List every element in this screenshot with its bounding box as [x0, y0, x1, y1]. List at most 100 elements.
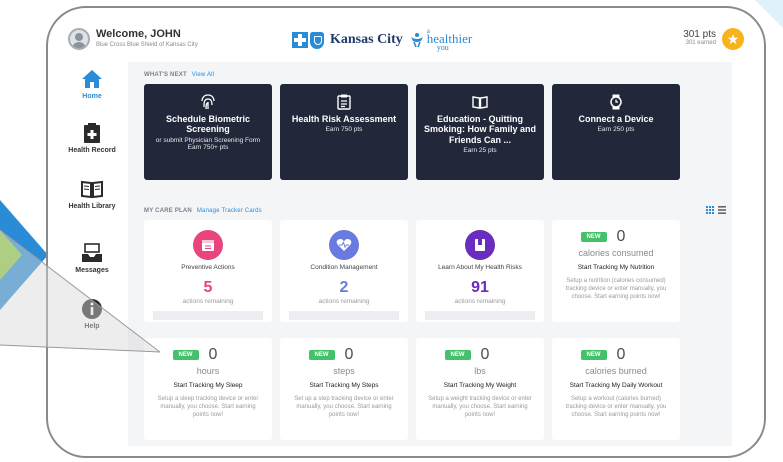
- brand-logo: Kansas City a healthier you: [292, 26, 472, 54]
- tracker-desc: Set up a step tracking device or enter m…: [294, 396, 394, 418]
- next-card-pts: Earn 750 pts: [325, 126, 363, 134]
- clipboard-icon: [337, 94, 351, 110]
- sidebar-item-label: Health Record: [68, 147, 116, 154]
- next-card-title: Education - Quitting Smoking: How Family…: [424, 114, 537, 145]
- tracker-unit: hours: [196, 366, 220, 376]
- tracker-card-workout[interactable]: NEW 0 calories burned Start Tracking My …: [552, 338, 680, 440]
- brand-city: Kansas City: [330, 32, 403, 47]
- app-header: Welcome, JOHN Blue Cross Blue Shield of …: [62, 22, 752, 58]
- tracker-desc: Setup a nutrition (calories consumed) tr…: [565, 278, 667, 300]
- sidebar-item-label: Health Library: [68, 203, 116, 210]
- next-card-education[interactable]: Education - Quitting Smoking: How Family…: [416, 84, 544, 180]
- sidebar-item-home[interactable]: Home: [62, 68, 122, 101]
- next-card-pts: Earn 250 pts: [597, 126, 635, 134]
- avatar[interactable]: [68, 28, 90, 50]
- new-badge: NEW: [172, 350, 199, 360]
- tracker-title: Start Tracking My Steps: [309, 382, 379, 389]
- tracker-unit: steps: [333, 366, 355, 376]
- care-card-name: Preventive Actions: [181, 264, 235, 271]
- inbox-icon: [82, 243, 102, 262]
- plan-name: Blue Cross Blue Shield of Kansas City: [96, 42, 198, 48]
- calendar-icon: [193, 230, 223, 260]
- info-icon: [82, 299, 102, 319]
- open-book-icon: [472, 96, 488, 109]
- tracker-card-sleep[interactable]: NEW 0 hours Start Tracking My Sleep Setu…: [144, 338, 272, 440]
- sidebar-item-health-record[interactable]: Health Record: [62, 122, 122, 155]
- section-title: WHAT'S NEXT: [144, 72, 187, 78]
- care-card-condition[interactable]: Condition Management 2 actions remaining: [280, 220, 408, 322]
- progress-bar: [153, 311, 263, 320]
- sidebar: Home Health Record Health Library Messag…: [62, 62, 122, 444]
- home-icon: [82, 70, 102, 88]
- tracker-value: 0: [208, 346, 218, 363]
- progress-bar: [425, 311, 535, 320]
- care-card-sub: actions remaining: [318, 298, 370, 305]
- list-view-icon[interactable]: [718, 206, 726, 214]
- next-card-pts: Earn 750+ pts: [187, 144, 229, 152]
- heart-icon: [329, 230, 359, 260]
- care-card-value: 91: [471, 279, 489, 296]
- tracker-value: 0: [616, 346, 626, 363]
- fingerprint-icon: [201, 94, 215, 110]
- sidebar-item-help[interactable]: Help: [62, 298, 122, 331]
- new-badge: NEW: [580, 350, 607, 360]
- healthier-you-icon: [410, 33, 423, 48]
- next-card-pts: Earn 25 pts: [463, 147, 497, 155]
- whats-next-header: WHAT'S NEXT View All: [144, 72, 214, 78]
- tracker-value: 0: [480, 346, 490, 363]
- care-card-sub: actions remaining: [182, 298, 234, 305]
- points-value: 301 pts: [683, 29, 716, 40]
- next-card-hra[interactable]: Health Risk Assessment Earn 750 pts: [280, 84, 408, 180]
- watch-icon: [610, 94, 622, 110]
- next-card-title: Connect a Device: [578, 114, 654, 124]
- progress-bar: [289, 311, 399, 320]
- sidebar-item-health-library[interactable]: Health Library: [62, 178, 122, 211]
- tracker-unit: lbs: [474, 366, 486, 376]
- points-summary[interactable]: 301 pts 301 earned: [683, 29, 716, 46]
- tracker-title: Start Tracking My Weight: [443, 382, 517, 389]
- next-card-device[interactable]: Connect a Device Earn 250 pts: [552, 84, 680, 180]
- tracker-desc: Setup a sleep tracking device or enter m…: [157, 396, 259, 418]
- tracker-value: 0: [344, 346, 354, 363]
- star-icon[interactable]: ★: [722, 28, 744, 50]
- book-icon: [465, 230, 495, 260]
- tracker-title: Start Tracking My Sleep: [173, 382, 243, 389]
- next-card-title: Schedule Biometric Screening: [165, 114, 251, 135]
- next-card-biometric[interactable]: Schedule Biometric Screening or submit P…: [144, 84, 272, 180]
- new-badge: NEW: [444, 350, 471, 360]
- tracker-card-weight[interactable]: NEW 0 lbs Start Tracking My Weight Setup…: [416, 338, 544, 440]
- tracker-card-steps[interactable]: NEW 0 steps Start Tracking My Steps Set …: [280, 338, 408, 440]
- medical-record-icon: [84, 123, 100, 143]
- new-badge: NEW: [308, 350, 335, 360]
- care-card-sub: actions remaining: [454, 298, 506, 305]
- healthier-you-logo: a healthier you: [426, 26, 473, 52]
- care-card-name: Learn About My Health Risks: [438, 264, 522, 271]
- next-card-title: Health Risk Assessment: [291, 114, 397, 124]
- sidebar-item-label: Messages: [75, 267, 109, 274]
- tracker-card-nutrition[interactable]: NEW 0 calories consumed Start Tracking M…: [552, 220, 680, 322]
- sidebar-item-messages[interactable]: Messages: [62, 242, 122, 275]
- book-icon: [81, 180, 103, 199]
- tracker-title: Start Tracking My Daily Workout: [569, 382, 663, 389]
- care-card-value: 2: [339, 279, 349, 296]
- main-content: WHAT'S NEXT View All Schedule Biometric …: [128, 62, 732, 446]
- manage-tracker-link[interactable]: Manage Tracker Cards: [197, 208, 262, 214]
- care-card-name: Condition Management: [310, 264, 378, 271]
- tracker-unit: calories consumed: [578, 248, 654, 258]
- care-card-preventive[interactable]: Preventive Actions 5 actions remaining: [144, 220, 272, 322]
- care-plan-header: MY CARE PLAN Manage Tracker Cards: [144, 208, 262, 214]
- points-earned: 301 earned: [685, 40, 716, 46]
- view-all-link[interactable]: View All: [192, 72, 215, 78]
- new-badge: NEW: [580, 232, 607, 242]
- care-card-learn[interactable]: Learn About My Health Risks 91 actions r…: [416, 220, 544, 322]
- grid-view-icon[interactable]: [706, 206, 714, 214]
- blue-cross-icon: [292, 32, 308, 48]
- tracker-value: 0: [616, 228, 626, 245]
- section-title: MY CARE PLAN: [144, 208, 192, 214]
- view-toggle: [706, 206, 726, 214]
- tracker-unit: calories burned: [585, 366, 647, 376]
- tablet-frame: Welcome, JOHN Blue Cross Blue Shield of …: [46, 6, 766, 458]
- sidebar-item-label: Home: [82, 93, 102, 100]
- tracker-desc: Setup a weight tracking device or enter …: [428, 396, 532, 418]
- care-card-value: 5: [203, 279, 213, 296]
